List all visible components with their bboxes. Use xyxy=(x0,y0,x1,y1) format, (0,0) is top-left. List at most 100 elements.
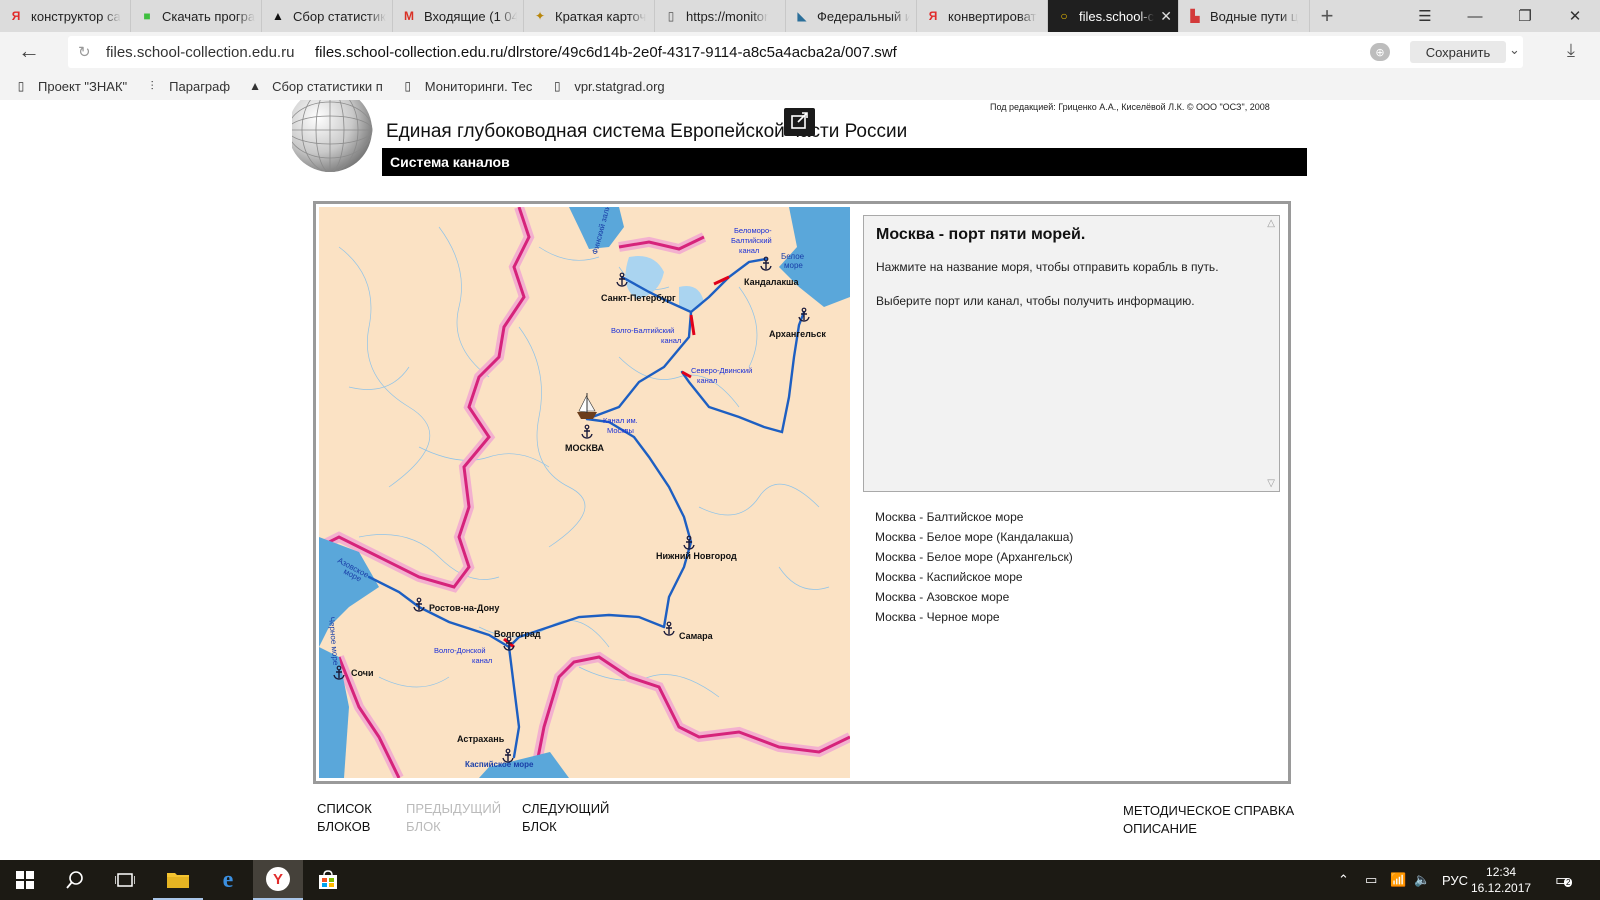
action-center-icon[interactable]: ▭ 2 xyxy=(1555,860,1573,900)
file-explorer-icon[interactable] xyxy=(153,860,203,900)
back-arrow-icon[interactable]: ← xyxy=(18,40,44,64)
help-button[interactable]: СПРАВКА xyxy=(1234,802,1294,820)
port-label-kandalaksha[interactable]: Кандалакша xyxy=(744,277,799,287)
bookmark-item[interactable]: ▯ Проект "ЗНАК" xyxy=(14,78,127,94)
route-azov[interactable]: Москва - Азовское море xyxy=(875,587,1073,607)
canal-label-volgobalt-1[interactable]: Волго-Балтийский xyxy=(611,326,674,335)
reload-icon[interactable]: ↻ xyxy=(78,43,91,61)
section-header: Система каналов xyxy=(382,148,1307,176)
port-label-samara[interactable]: Самара xyxy=(679,631,714,641)
windows-start-icon[interactable] xyxy=(0,860,50,900)
save-button[interactable]: Сохранить xyxy=(1410,41,1506,63)
browser-tab[interactable]: ◣ Федеральный и xyxy=(786,0,917,32)
tab-title: files.school-c xyxy=(1079,8,1155,24)
menu-icon[interactable]: ☰ xyxy=(1400,0,1450,32)
url-text[interactable]: files.school-collection.edu.ru/dlrstore/… xyxy=(315,44,897,61)
canal-label-moscow-1[interactable]: Канал им. xyxy=(603,416,638,425)
canal-label-sevdvin-1[interactable]: Северо-Двинский xyxy=(691,366,752,375)
list-blocks-button[interactable]: СПИСОК БЛОКОВ xyxy=(317,800,372,836)
store-icon[interactable] xyxy=(303,860,353,900)
url-field[interactable]: ↻ files.school-collection.edu.ru files.s… xyxy=(68,36,1523,68)
canal-label-volgodon-2[interactable]: канал xyxy=(472,656,492,665)
info-line-1: Нажмите на название моря, чтобы отправит… xyxy=(876,260,1219,274)
tab-title: https://monitor xyxy=(686,8,769,24)
next-block-button[interactable]: СЛЕДУЮЩИЙ БЛОК xyxy=(522,800,609,836)
chevron-down-icon[interactable]: ⌄ xyxy=(1509,42,1520,58)
port-label-nizhny[interactable]: Нижний Новгород xyxy=(656,551,737,561)
scroll-down-icon[interactable]: ▽ xyxy=(1267,478,1275,489)
doc-red-icon: ▙ xyxy=(1190,9,1200,23)
browser-tab[interactable]: ■ Скачать програ xyxy=(131,0,262,32)
nav-label: БЛОК xyxy=(522,819,557,834)
canal-label-belomor-3[interactable]: канал xyxy=(739,246,759,255)
browser-tab[interactable]: ▙ Водные пути ц xyxy=(1179,0,1310,32)
port-label-rostov[interactable]: Ростов-на-Дону xyxy=(429,603,499,613)
battery-icon[interactable]: ▭ xyxy=(1365,860,1377,900)
route-baltic[interactable]: Москва - Балтийское море xyxy=(875,507,1073,527)
route-white-kandalaksha[interactable]: Москва - Белое море (Кандалакша) xyxy=(875,527,1073,547)
scroll-up-icon[interactable]: △ xyxy=(1267,218,1275,229)
yandex-icon: Я xyxy=(928,9,938,23)
browser-tab[interactable]: ✦ Краткая карточ xyxy=(524,0,655,32)
canal-map[interactable]: Санкт-Петербург Кандалакша Архангельск М… xyxy=(319,207,850,778)
search-icon[interactable] xyxy=(50,860,100,900)
port-label-sochi[interactable]: Сочи xyxy=(351,668,374,678)
method-description-button[interactable]: МЕТОДИЧЕСКОЕ ОПИСАНИЕ xyxy=(1123,802,1231,838)
sea-label-caspian[interactable]: Каспийское море xyxy=(465,760,534,769)
tab-bar: Яконструктор са ■ Скачать програ ▲ Сбор стат… xyxy=(0,0,1600,32)
bookmark-label: Сбор статистики п xyxy=(272,78,383,94)
browser-tab[interactable]: ▲ Сбор статистик xyxy=(262,0,393,32)
language-indicator[interactable]: РУС xyxy=(1442,860,1468,900)
bookmark-item[interactable]: ⫶ Параграф xyxy=(145,78,230,94)
bookmark-label: Параграф xyxy=(169,78,231,94)
globe-logo xyxy=(292,100,373,172)
task-view-icon[interactable] xyxy=(100,860,150,900)
browser-tab[interactable]: Яконструктор са xyxy=(0,0,131,32)
volume-icon[interactable]: 🔈 xyxy=(1414,860,1430,900)
nav-label: СПИСОК xyxy=(317,801,372,816)
route-white-arkhangelsk[interactable]: Москва - Белое море (Архангельск) xyxy=(875,547,1073,567)
canal-label-moscow-2[interactable]: Москвы xyxy=(607,426,634,435)
canal-label-belomor-2[interactable]: Балтийский xyxy=(731,236,772,245)
network-icon[interactable]: 📶 xyxy=(1390,860,1406,900)
route-black[interactable]: Москва - Черное море xyxy=(875,607,1073,627)
port-label-arkhangelsk[interactable]: Архангельск xyxy=(769,329,826,339)
browser-tab[interactable]: M Входящие (1 04 xyxy=(393,0,524,32)
minimize-icon[interactable]: — xyxy=(1450,0,1500,32)
bookmark-item[interactable]: ▯ Мониторинги. Тес xyxy=(401,78,532,94)
canal-label-volgobalt-2[interactable]: канал xyxy=(661,336,681,345)
port-label-volgograd[interactable]: Волгоград xyxy=(494,629,541,639)
browser-tab[interactable]: Яконвертироват xyxy=(917,0,1048,32)
close-icon[interactable]: ✕ xyxy=(1550,0,1600,32)
connection-icon[interactable]: ⊕ xyxy=(1370,43,1390,61)
tray-chevron-up-icon[interactable]: ⌃ xyxy=(1338,860,1349,900)
browser-tab[interactable]: ▯ https://monitor xyxy=(655,0,786,32)
bookmark-item[interactable]: ▯ vpr.statgrad.org xyxy=(550,78,665,94)
canal-label-belomor-1[interactable]: Беломоро- xyxy=(734,226,772,235)
nav-label: ОПИСАНИЕ xyxy=(1123,821,1197,836)
popout-button[interactable] xyxy=(784,108,815,136)
canal-label-volgodon-1[interactable]: Волго-Донской xyxy=(434,646,486,655)
route-caspian[interactable]: Москва - Каспийское море xyxy=(875,567,1073,587)
bookmark-item[interactable]: ▲ Сбор статистики п xyxy=(248,78,383,94)
download-icon[interactable]: ⤓ xyxy=(1567,40,1575,61)
cube-icon: ■ xyxy=(143,9,151,23)
bookmark-label: vpr.statgrad.org xyxy=(574,78,665,94)
sea-label-white-1[interactable]: Белое xyxy=(781,252,805,261)
tab-close-icon[interactable]: ✕ xyxy=(1156,8,1172,25)
yandex-browser-icon[interactable]: Y xyxy=(253,860,303,900)
tab-title: Федеральный и xyxy=(817,8,910,24)
edge-icon[interactable]: e xyxy=(203,860,253,900)
sea-label-white-2[interactable]: море xyxy=(784,261,803,270)
port-label-astrakhan[interactable]: Астрахань xyxy=(457,734,505,744)
window-controls: ☰ — ❐ ✕ xyxy=(1400,0,1600,32)
clock[interactable]: 12:34 16.12.2017 xyxy=(1471,864,1531,896)
prev-block-button[interactable]: ПРЕДЫДУЩИЙ БЛОК xyxy=(406,800,501,836)
browser-tab[interactable]: ○ files.school-c ✕ xyxy=(1048,0,1179,32)
canal-label-sevdvin-2[interactable]: канал xyxy=(697,376,717,385)
port-label-spb[interactable]: Санкт-Петербург xyxy=(601,293,676,303)
nav-label: ПРЕДЫДУЩИЙ xyxy=(406,801,502,816)
new-tab-icon[interactable]: + xyxy=(1310,0,1344,32)
port-label-moscow[interactable]: МОСКВА xyxy=(565,443,605,453)
restore-icon[interactable]: ❐ xyxy=(1500,0,1550,32)
